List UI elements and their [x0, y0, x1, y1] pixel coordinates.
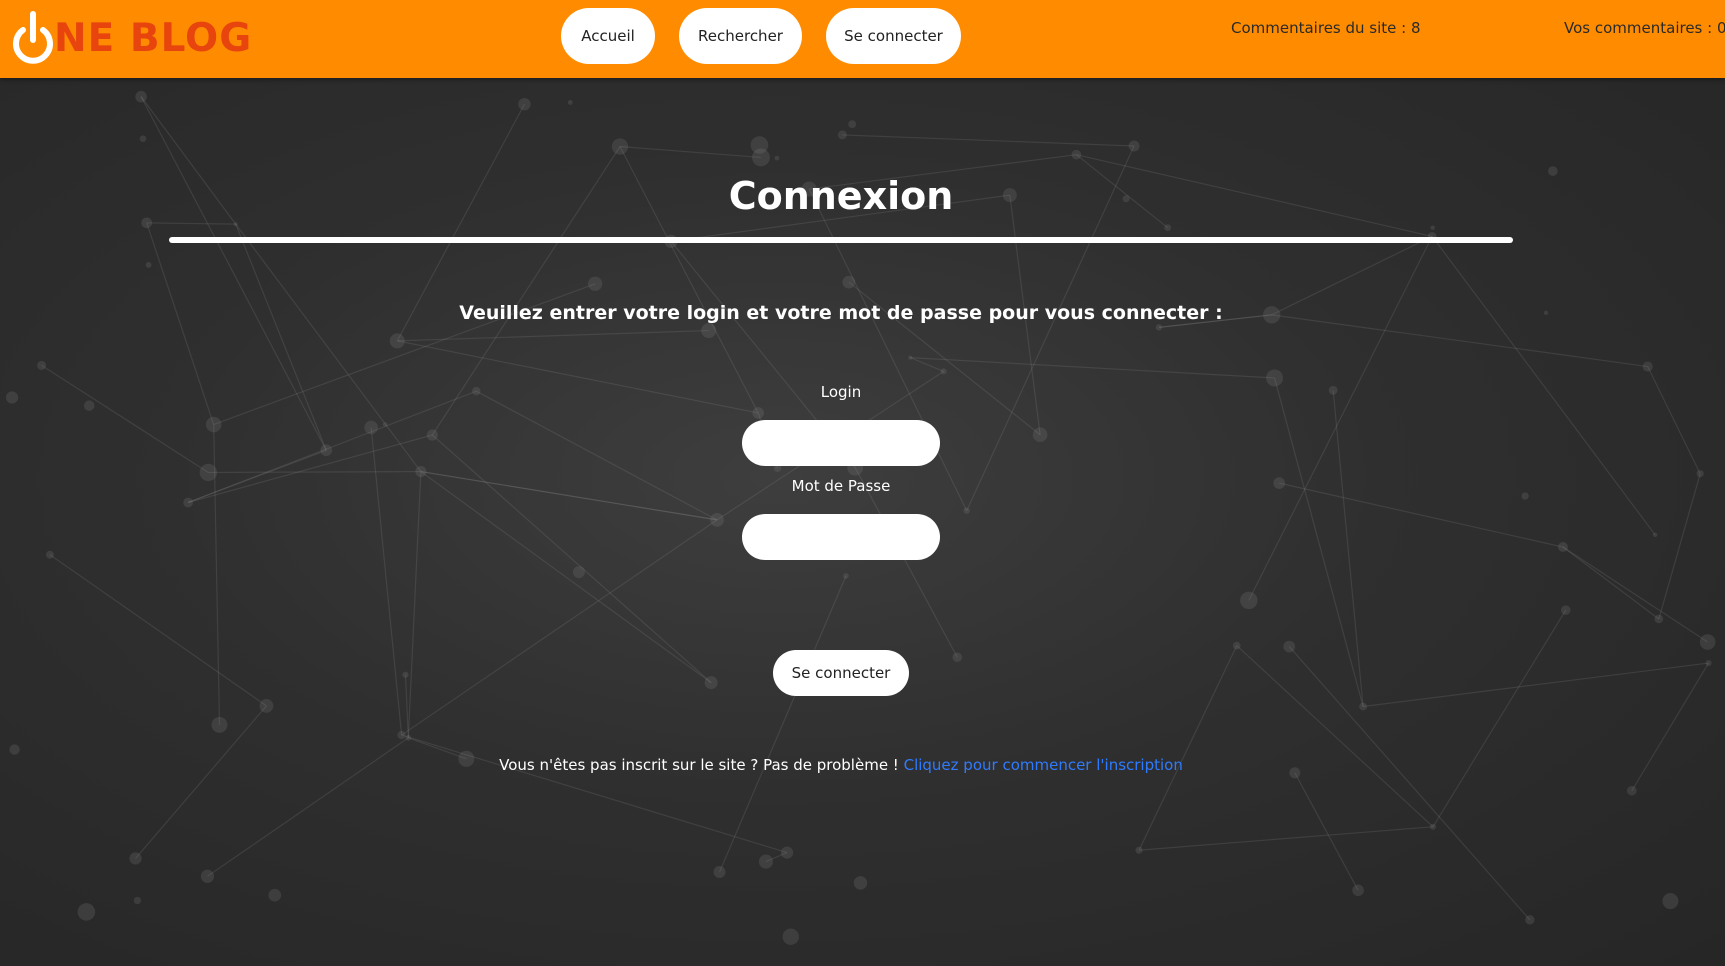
signup-link[interactable]: Cliquez pour commencer l'inscription	[904, 756, 1183, 774]
title-divider	[169, 237, 1513, 243]
nav-se-connecter-button[interactable]: Se connecter	[826, 8, 961, 64]
password-input[interactable]	[742, 514, 940, 560]
password-label: Mot de Passe	[791, 477, 891, 495]
login-label: Login	[820, 383, 862, 401]
power-icon	[13, 11, 53, 64]
site-logo[interactable]: NE BLOG	[10, 8, 252, 68]
login-instructions: Veuillez entrer votre login et votre mot…	[459, 302, 1223, 324]
nav-accueil-button[interactable]: Accueil	[561, 8, 655, 64]
login-input[interactable]	[742, 420, 940, 466]
signup-text: Vous n'êtes pas inscrit sur le site ? Pa…	[499, 756, 904, 774]
nav-rechercher-button[interactable]: Rechercher	[679, 8, 802, 64]
page-title: Connexion	[728, 174, 954, 218]
top-navbar: NE BLOG Accueil Rechercher Se connecter …	[0, 0, 1725, 78]
login-section: Connexion Veuillez entrer votre login et…	[0, 78, 1725, 966]
signup-prompt: Vous n'êtes pas inscrit sur le site ? Pa…	[0, 756, 1682, 774]
site-comments-counter: Commentaires du site : 8	[1231, 19, 1421, 37]
your-comments-counter: Vos commentaires : 0	[1564, 19, 1725, 37]
logo-text: NE BLOG	[54, 15, 253, 61]
submit-login-button[interactable]: Se connecter	[773, 650, 909, 696]
